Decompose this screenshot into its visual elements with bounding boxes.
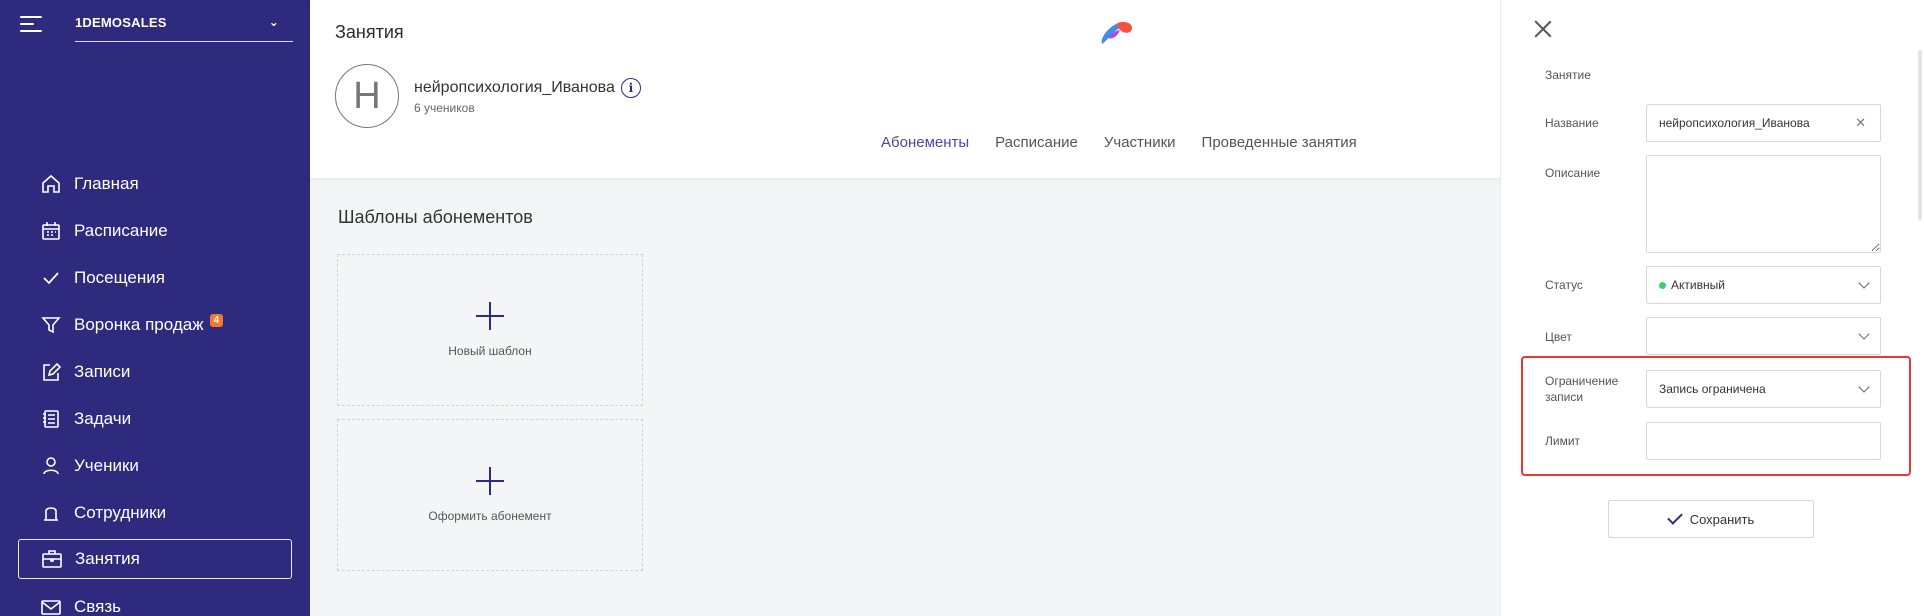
chevron-down-icon — [1858, 277, 1870, 289]
sidebar-item-label: Записи — [74, 361, 131, 381]
section-title: Шаблоны абонементов — [338, 207, 533, 227]
sidebar: 1DEMOSALES ⌄ Главная Расписание Посещени… — [0, 0, 310, 616]
name-value: нейропсихология_Иванова — [1659, 116, 1810, 130]
sidebar-item-label: Занятия — [75, 549, 140, 568]
tab-participants[interactable]: Участники — [1104, 134, 1176, 151]
chevron-down-icon: ⌄ — [268, 15, 279, 29]
sidebar-item-label: Сотрудники — [74, 502, 167, 522]
tab-schedule[interactable]: Расписание — [995, 134, 1078, 151]
clear-icon[interactable]: ✕ — [1855, 115, 1866, 131]
info-icon[interactable]: i — [620, 78, 641, 98]
limit-type-label: Ограничение записи — [1545, 374, 1619, 404]
description-label: Описание — [1545, 166, 1601, 180]
sidebar-item-label: Связь — [74, 596, 121, 616]
sidebar-item-students[interactable]: Ученики — [18, 442, 292, 489]
sidebar-item-label: Расписание — [74, 220, 168, 240]
tab-completed-classes[interactable]: Проведенные занятия — [1202, 134, 1357, 151]
avatar: Н — [335, 64, 399, 128]
sidebar-item-staff[interactable]: Сотрудники — [18, 489, 292, 536]
plus-icon — [476, 302, 504, 330]
color-label: Цвет — [1545, 330, 1572, 344]
organization-name: 1DEMOSALES — [75, 15, 167, 30]
tasks-icon — [40, 408, 62, 430]
organization-select[interactable]: 1DEMOSALES ⌄ — [75, 12, 293, 42]
status-dot-icon — [1659, 281, 1666, 289]
limit-label: Лимит — [1545, 434, 1581, 448]
card-label: Новый шаблон — [448, 344, 532, 358]
status-value: Активный — [1671, 278, 1725, 292]
status-label: Статус — [1545, 278, 1583, 292]
sidebar-item-records[interactable]: Записи — [18, 348, 292, 395]
course-title: нейропсихология_Иванова i — [414, 78, 641, 98]
edit-icon — [40, 361, 62, 383]
plus-icon — [476, 467, 504, 495]
menu-toggle-icon[interactable] — [20, 14, 44, 34]
sidebar-item-classes[interactable]: Занятия — [18, 539, 292, 579]
sidebar-item-label: Задачи — [74, 408, 132, 428]
sidebar-nav: Главная Расписание Посещения Воронка про… — [18, 160, 292, 616]
user-icon — [40, 455, 62, 477]
tab-subscriptions[interactable]: Абонементы — [881, 134, 969, 151]
check-icon — [40, 267, 62, 289]
name-field[interactable]: нейропсихология_Иванова ✕ — [1646, 104, 1881, 142]
sidebar-item-communication[interactable]: Связь — [18, 583, 292, 616]
tab-bar: Абонементы Расписание Участники Проведен… — [881, 134, 1357, 151]
panel-scrollbar[interactable] — [1918, 50, 1922, 220]
sidebar-item-label: Посещения — [74, 267, 165, 287]
students-count: 6 учеников — [414, 101, 475, 115]
sidebar-item-label: Ученики — [74, 455, 139, 475]
description-field[interactable] — [1646, 155, 1881, 253]
limit-type-select[interactable]: Запись ограничена — [1646, 370, 1881, 408]
mail-icon — [40, 596, 62, 616]
course-name: нейропсихология_Иванова — [414, 79, 615, 96]
sidebar-item-visits[interactable]: Посещения — [18, 254, 292, 301]
sidebar-item-label: Главная — [74, 173, 139, 193]
limit-input[interactable] — [1646, 422, 1881, 460]
limit-type-value: Запись ограничена — [1659, 382, 1766, 396]
main-header: Занятия Н нейропсихология_Иванова i 6 уч… — [310, 0, 1500, 178]
calendar-icon — [40, 220, 62, 242]
card-label: Оформить абонемент — [428, 509, 552, 523]
close-icon[interactable] — [1534, 20, 1552, 38]
color-select[interactable] — [1646, 317, 1881, 355]
staff-icon — [40, 502, 62, 524]
new-template-card[interactable]: Новый шаблон — [337, 254, 643, 406]
sidebar-item-sales-funnel[interactable]: Воронка продаж 4 — [18, 301, 292, 348]
chevron-down-icon — [1858, 381, 1870, 393]
issue-subscription-card[interactable]: Оформить абонемент — [337, 419, 643, 571]
funnel-icon — [40, 314, 62, 336]
sidebar-item-tasks[interactable]: Задачи — [18, 395, 292, 442]
save-button[interactable]: Сохранить — [1608, 500, 1814, 538]
name-label: Название — [1545, 116, 1599, 130]
briefcase-icon — [41, 548, 63, 570]
status-select[interactable]: Активный — [1646, 266, 1881, 304]
app-logo-icon — [1098, 18, 1138, 48]
sidebar-item-schedule[interactable]: Расписание — [18, 207, 292, 254]
check-icon — [1666, 509, 1683, 525]
notification-badge: 4 — [209, 314, 224, 327]
home-icon — [40, 173, 62, 195]
page-title: Занятия — [335, 22, 404, 42]
sidebar-item-label: Воронка продаж — [74, 314, 204, 334]
sidebar-item-home[interactable]: Главная — [18, 160, 292, 207]
edit-class-panel: Занятие Название нейропсихология_Иванова… — [1500, 0, 1924, 616]
panel-section-label: Занятие — [1545, 68, 1591, 82]
chevron-down-icon — [1858, 328, 1870, 340]
save-label: Сохранить — [1689, 511, 1755, 527]
